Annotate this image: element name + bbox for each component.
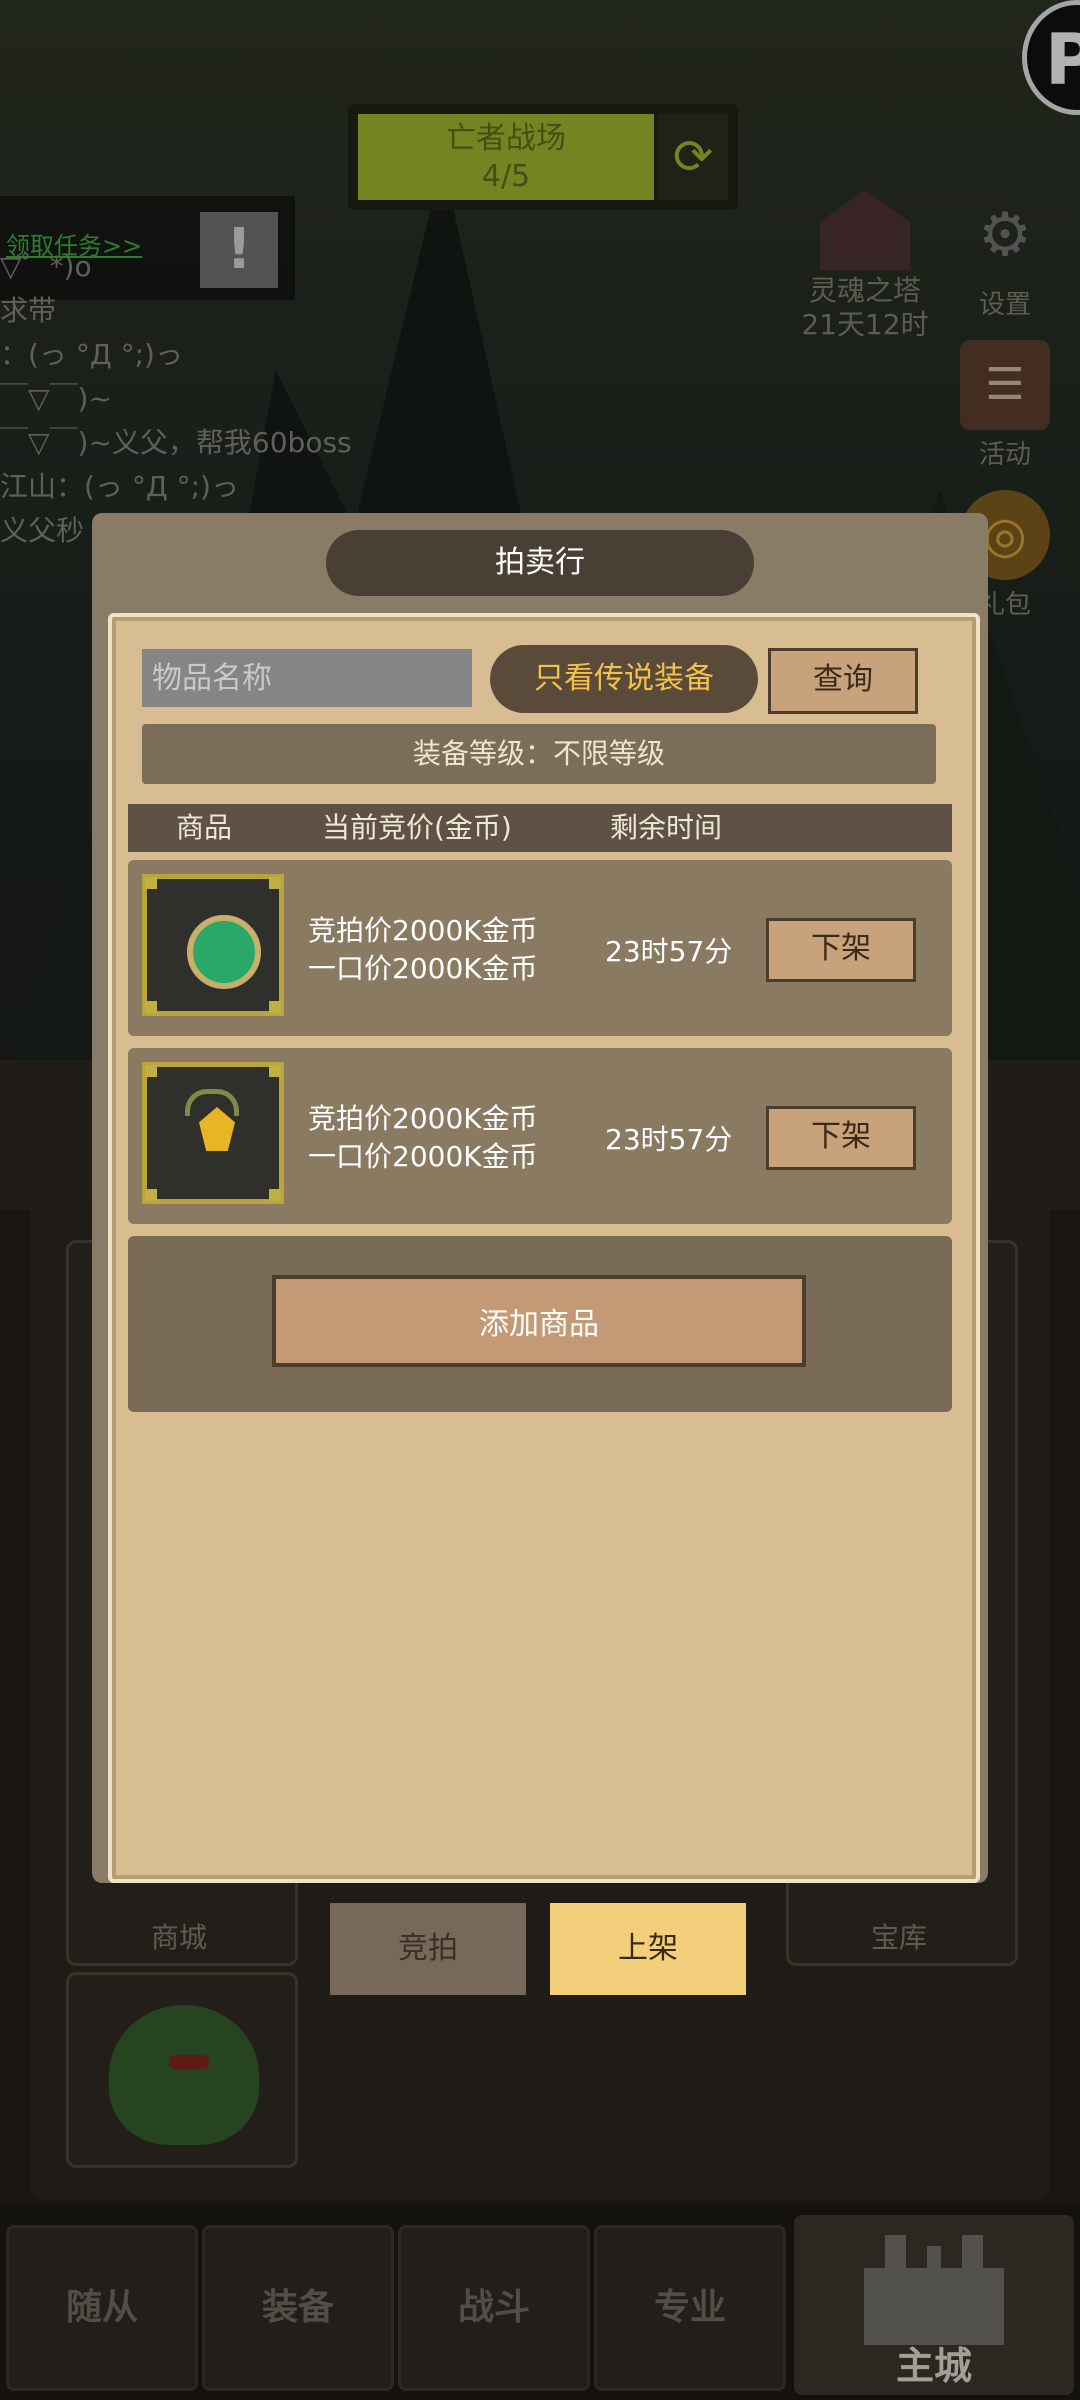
emerald-amulet-icon <box>187 915 261 989</box>
add-item-button[interactable]: 添加商品 <box>272 1275 806 1367</box>
table-row: 竞拍价2000K金币 一口价2000K金币 23时57分 下架 <box>128 1048 952 1224</box>
buyout-price: 一口价2000K金币 <box>308 1140 538 1173</box>
equipment-level-filter[interactable]: 装备等级：不限等级 <box>142 724 936 784</box>
frame-corner <box>269 1001 281 1013</box>
table-header: 商品 当前竞价(金币) 剩余时间 <box>128 804 952 852</box>
delist-button[interactable]: 下架 <box>766 918 916 982</box>
frame-corner <box>145 1001 157 1013</box>
query-button[interactable]: 查询 <box>768 648 918 714</box>
column-header-remaining-time: 剩余时间 <box>610 811 723 844</box>
item-slot[interactable] <box>142 1062 284 1204</box>
frame-corner <box>145 1065 157 1077</box>
item-slot[interactable] <box>142 874 284 1016</box>
frame-corner <box>269 877 281 889</box>
tab-list-item[interactable]: 上架 <box>550 1903 746 1995</box>
dialog-title: 拍卖行 <box>326 530 754 596</box>
item-name-search-input[interactable] <box>142 649 472 707</box>
frame-corner <box>269 1189 281 1201</box>
delist-button[interactable]: 下架 <box>766 1106 916 1170</box>
tab-auction[interactable]: 竞拍 <box>330 1903 526 1995</box>
frame-corner <box>145 1189 157 1201</box>
price-info: 竞拍价2000K金币 一口价2000K金币 <box>308 912 538 988</box>
bid-price: 竞拍价2000K金币 <box>308 1102 538 1135</box>
legend-only-toggle[interactable]: 只看传说装备 <box>490 645 758 713</box>
table-row: 竞拍价2000K金币 一口价2000K金币 23时57分 下架 <box>128 860 952 1036</box>
column-header-current-bid: 当前竞价(金币) <box>322 811 512 844</box>
price-info: 竞拍价2000K金币 一口价2000K金币 <box>308 1100 538 1176</box>
frame-corner <box>145 877 157 889</box>
column-header-item: 商品 <box>176 811 233 844</box>
bid-price: 竞拍价2000K金币 <box>308 914 538 947</box>
remaining-time: 23时57分 <box>605 1123 733 1156</box>
buyout-price: 一口价2000K金币 <box>308 952 538 985</box>
frame-corner <box>269 1065 281 1077</box>
remaining-time: 23时57分 <box>605 935 733 968</box>
